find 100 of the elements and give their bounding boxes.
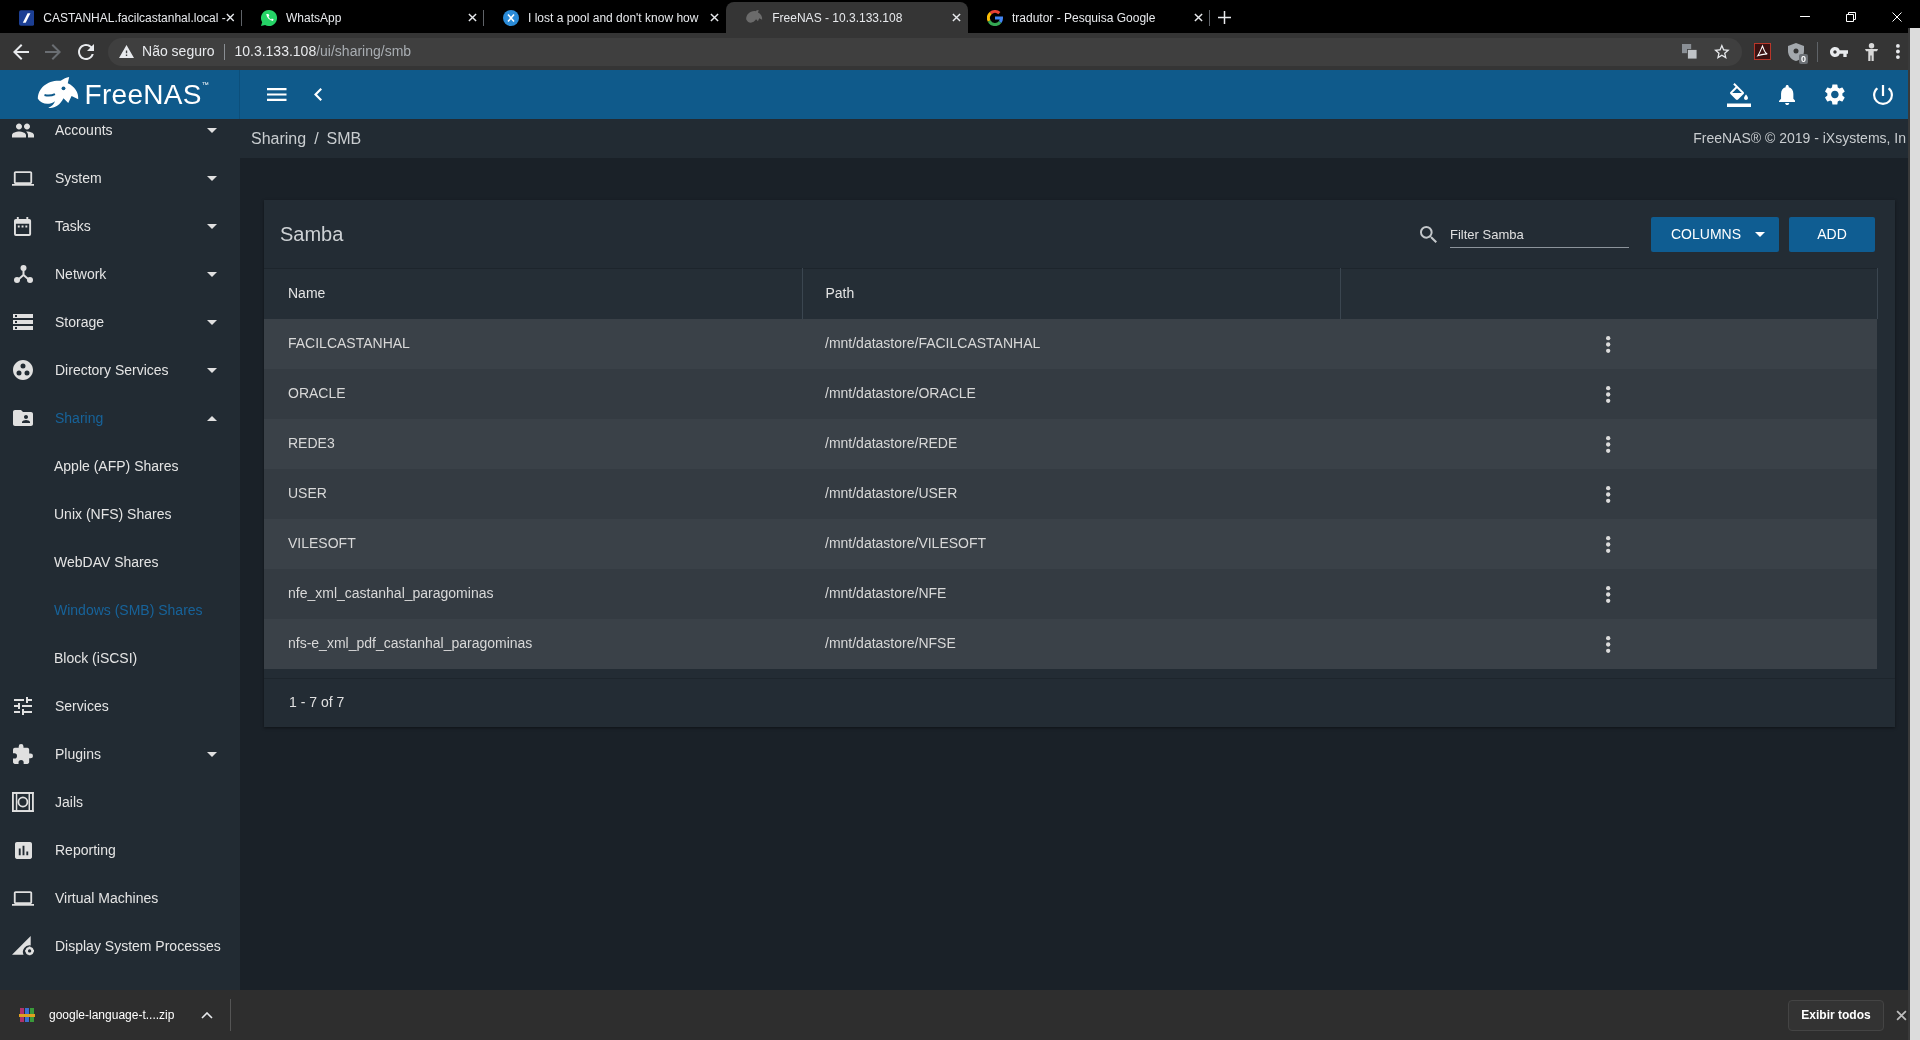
caret-down-icon[interactable] bbox=[207, 367, 217, 373]
show-all-button[interactable]: Exibir todos bbox=[1788, 999, 1884, 1031]
minimize-icon[interactable] bbox=[1800, 15, 1810, 18]
more-vertical-icon[interactable] bbox=[1896, 44, 1900, 59]
more-vertical-icon[interactable] bbox=[1606, 385, 1611, 403]
triangle-gear-icon bbox=[12, 936, 34, 956]
chat-bubble-icon bbox=[261, 9, 277, 26]
shark-icon bbox=[745, 9, 764, 26]
sliders-icon bbox=[14, 697, 32, 715]
plus-icon[interactable] bbox=[1218, 11, 1231, 24]
table-cell: /mnt/datastore/NFSE bbox=[802, 618, 1340, 669]
network-nodes-icon bbox=[13, 265, 33, 283]
reload-icon[interactable] bbox=[78, 43, 94, 60]
breadcrumb-separator: / bbox=[314, 128, 319, 149]
shield-icon[interactable] bbox=[1788, 42, 1804, 61]
more-vertical-icon[interactable] bbox=[1606, 585, 1611, 603]
close-icon[interactable] bbox=[1896, 1009, 1907, 1021]
caret-down-icon[interactable] bbox=[207, 319, 217, 325]
sidebar-item[interactable]: System bbox=[0, 154, 240, 202]
table-cell: VILESOFT bbox=[264, 518, 802, 569]
more-vertical-icon[interactable] bbox=[1606, 485, 1611, 503]
star-icon[interactable] bbox=[1714, 44, 1730, 59]
caret-down-icon[interactable] bbox=[207, 223, 217, 229]
pdf-icon[interactable] bbox=[1753, 43, 1771, 60]
address-bar[interactable]: Não seguro 10.3.133.108/ui/sharing/smb bbox=[108, 37, 1742, 66]
laptop-icon bbox=[12, 170, 34, 186]
caret-down-icon[interactable] bbox=[207, 751, 217, 757]
caret-down-icon[interactable] bbox=[207, 271, 217, 277]
sidebar-item[interactable]: Display System Processes bbox=[0, 922, 240, 970]
caret-down-icon bbox=[1755, 231, 1765, 237]
table-row[interactable]: ORACLE /mnt/datastore/ORACLE bbox=[264, 368, 1877, 419]
sidebar-subitem[interactable]: Apple (AFP) Shares bbox=[0, 442, 240, 490]
more-vertical-icon[interactable] bbox=[1606, 635, 1611, 653]
sidebar-subitem[interactable]: Unix (NFS) Shares bbox=[0, 490, 240, 538]
caret-down-icon[interactable] bbox=[207, 175, 217, 181]
key-icon[interactable] bbox=[1829, 46, 1849, 57]
settings-icon[interactable] bbox=[1825, 84, 1845, 105]
sidebar-subitem[interactable]: Block (iSCSI) bbox=[0, 634, 240, 682]
browser-tab[interactable]: WhatsApp bbox=[242, 2, 484, 33]
table-cell: /mnt/datastore/VILESOFT bbox=[802, 518, 1340, 569]
sidebar-subitem[interactable]: WebDAV Shares bbox=[0, 538, 240, 586]
caret-down-icon[interactable] bbox=[207, 127, 217, 133]
puzzle-piece-icon bbox=[13, 744, 33, 764]
sidebar-item[interactable]: Network bbox=[0, 250, 240, 298]
security-label[interactable]: Não seguro bbox=[142, 41, 215, 62]
slash-tile-icon bbox=[19, 9, 35, 26]
more-vertical-icon[interactable] bbox=[1606, 535, 1611, 553]
figure-icon[interactable] bbox=[1865, 42, 1879, 61]
table-row[interactable]: FACILCASTANHAL /mnt/datastore/FACILCASTANHAL bbox=[264, 318, 1877, 369]
browser-tab[interactable]: tradutor - Pesquisa Google bbox=[968, 2, 1210, 33]
table-cell: nfe_xml_castanhal_paragominas bbox=[264, 568, 802, 619]
sidebar-item[interactable]: Storage bbox=[0, 298, 240, 346]
table-cell: REDE3 bbox=[264, 418, 802, 469]
power-icon[interactable] bbox=[1873, 84, 1893, 105]
table-cell: ORACLE bbox=[264, 368, 802, 419]
menu-icon[interactable] bbox=[267, 88, 287, 101]
back-arrow-icon[interactable] bbox=[13, 43, 29, 60]
laptop-icon bbox=[12, 890, 34, 906]
breadcrumb-link[interactable]: Sharing bbox=[251, 126, 307, 151]
chevron-up-icon[interactable] bbox=[201, 1011, 213, 1019]
table-cell: /mnt/datastore/REDE bbox=[802, 418, 1340, 469]
sidebar-item[interactable]: Jails bbox=[0, 778, 240, 826]
calendar-icon bbox=[14, 216, 32, 236]
sidebar-item[interactable]: Reporting bbox=[0, 826, 240, 874]
add-button[interactable]: ADD bbox=[1789, 216, 1875, 252]
more-vertical-icon[interactable] bbox=[1606, 435, 1611, 453]
sidebar-item[interactable]: Plugins bbox=[0, 730, 240, 778]
columns-button[interactable]: COLUMNS bbox=[1651, 216, 1779, 252]
sidebar-item[interactable]: Virtual Machines bbox=[0, 874, 240, 922]
folder-person-icon bbox=[13, 410, 33, 426]
column-header[interactable]: Name bbox=[264, 268, 802, 319]
restore-icon[interactable] bbox=[1846, 11, 1856, 22]
table-row[interactable]: USER /mnt/datastore/USER bbox=[264, 468, 1877, 519]
cage-icon bbox=[12, 792, 34, 812]
sidebar-item[interactable]: Services bbox=[0, 682, 240, 730]
overlapping-squares-icon[interactable] bbox=[1682, 44, 1698, 59]
browser-tab[interactable]: I lost a pool and don't know how bbox=[484, 2, 726, 33]
url-text[interactable]: 10.3.133.108/ui/sharing/smb bbox=[234, 41, 412, 62]
table-row[interactable]: REDE3 /mnt/datastore/REDE bbox=[264, 418, 1877, 469]
table-row[interactable]: VILESOFT /mnt/datastore/VILESOFT bbox=[264, 518, 1877, 569]
table-row[interactable]: nfe_xml_castanhal_paragominas /mnt/datastore/NFE bbox=[264, 568, 1877, 619]
browser-tab[interactable]: FreeNAS - 10.3.133.108 bbox=[726, 2, 968, 33]
sidebar-item[interactable]: Directory Services bbox=[0, 346, 240, 394]
paint-bucket-icon[interactable] bbox=[1727, 82, 1751, 107]
chevron-left-icon[interactable] bbox=[313, 88, 322, 101]
table-cell: /mnt/datastore/USER bbox=[802, 468, 1340, 519]
sidebar-item[interactable]: Tasks bbox=[0, 202, 240, 250]
panel-edge-handle[interactable] bbox=[1908, 28, 1920, 1040]
column-header[interactable]: Path bbox=[802, 268, 1340, 319]
search-icon bbox=[1420, 225, 1437, 243]
browser-tab[interactable]: CASTANHAL.facilcastanhal.local - bbox=[0, 2, 242, 33]
more-vertical-icon[interactable] bbox=[1606, 335, 1611, 353]
x-circle-icon bbox=[503, 9, 519, 26]
download-filename[interactable]: google-language-t....zip bbox=[49, 1006, 201, 1024]
bell-icon[interactable] bbox=[1778, 84, 1796, 105]
logo-text: FreeNAS$^{™}$ bbox=[84, 80, 210, 109]
table-row[interactable]: nfs-e_xml_pdf_castanhal_paragominas /mnt/datastore/NFSE bbox=[264, 618, 1877, 669]
caret-up-icon[interactable] bbox=[207, 415, 217, 421]
sidebar-item[interactable]: Accounts bbox=[0, 119, 240, 154]
filter-input[interactable]: Filter Samba bbox=[1450, 220, 1629, 248]
